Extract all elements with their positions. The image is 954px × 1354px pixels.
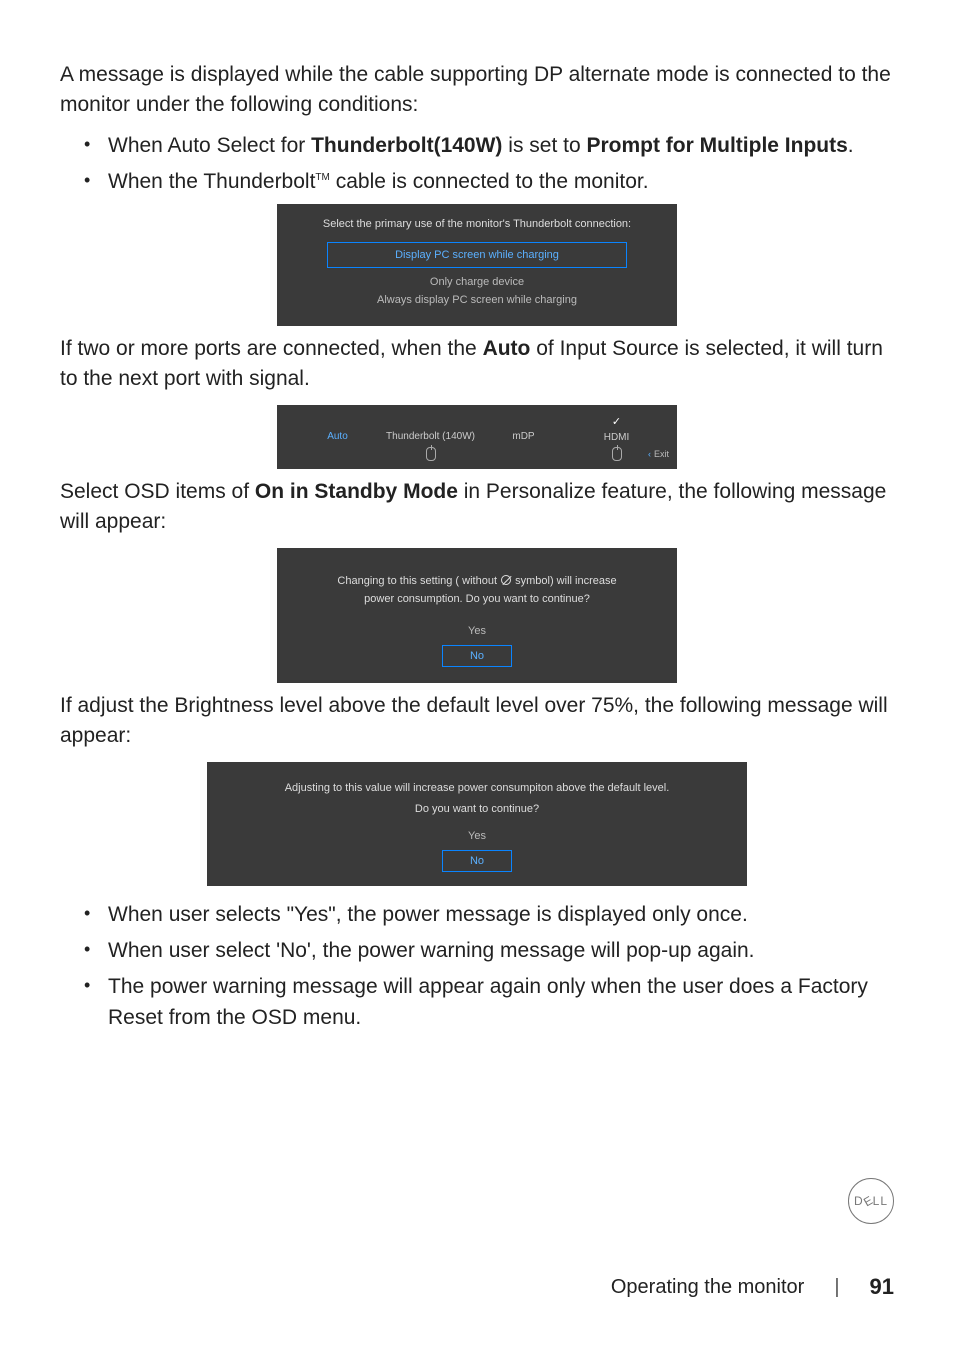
list-item: When user selects "Yes", the power messa…	[84, 900, 894, 930]
page-footer: Operating the monitor | 91	[60, 1274, 894, 1300]
yes-button[interactable]: Yes	[227, 830, 727, 842]
osd-message: Adjusting to this value will increase po…	[227, 778, 727, 820]
list-item: When the ThunderboltTM cable is connecte…	[84, 167, 894, 197]
osd-option[interactable]: Always display PC screen while charging	[301, 294, 653, 306]
mouse-icon	[426, 447, 436, 461]
list-item: When user select 'No', the power warning…	[84, 936, 894, 966]
behavior-list: When user selects "Yes", the power messa…	[60, 900, 894, 1034]
intro-paragraph: A message is displayed while the cable s…	[60, 60, 894, 121]
osd-title: Select the primary use of the monitor's …	[301, 218, 653, 230]
no-button[interactable]: No	[442, 645, 512, 667]
exit-button[interactable]: ‹Exit	[648, 449, 669, 459]
input-thunderbolt[interactable]: Thunderbolt (140W)	[386, 431, 475, 442]
osd-thunderbolt-prompt: Select the primary use of the monitor's …	[277, 204, 677, 326]
osd-brightness-warning: Adjusting to this value will increase po…	[207, 762, 747, 886]
chevron-left-icon: ‹	[648, 449, 651, 459]
brightness-paragraph: If adjust the Brightness level above the…	[60, 691, 894, 752]
osd-message: Changing to this setting ( without symbo…	[297, 572, 657, 609]
standby-paragraph: Select OSD items of On in Standby Mode i…	[60, 477, 894, 538]
auto-source-paragraph: If two or more ports are connected, when…	[60, 334, 894, 395]
list-item: The power warning message will appear ag…	[84, 972, 894, 1033]
no-button[interactable]: No	[442, 850, 512, 872]
footer-divider: |	[834, 1276, 839, 1299]
page-number: 91	[870, 1274, 894, 1300]
conditions-list: When Auto Select for Thunderbolt(140W) i…	[60, 131, 894, 198]
osd-standby-warning: Changing to this setting ( without symbo…	[277, 548, 677, 683]
osd-option[interactable]: Only charge device	[301, 276, 653, 288]
input-mdp[interactable]: mDP	[512, 431, 534, 442]
mouse-icon	[612, 447, 622, 461]
no-symbol-icon	[501, 575, 511, 585]
input-auto[interactable]: Auto	[327, 431, 348, 442]
input-hdmi[interactable]: HDMI	[604, 432, 630, 443]
footer-title: Operating the monitor	[611, 1276, 804, 1299]
osd-input-source-bar: Auto Thunderbolt (140W) mDP ✓ HDMI ‹Exit	[277, 405, 677, 469]
dell-logo-icon: DELL	[848, 1178, 894, 1224]
osd-option-highlight[interactable]: Display PC screen while charging	[327, 242, 627, 268]
yes-button[interactable]: Yes	[297, 625, 657, 637]
check-icon: ✓	[612, 415, 621, 428]
list-item: When Auto Select for Thunderbolt(140W) i…	[84, 131, 894, 161]
